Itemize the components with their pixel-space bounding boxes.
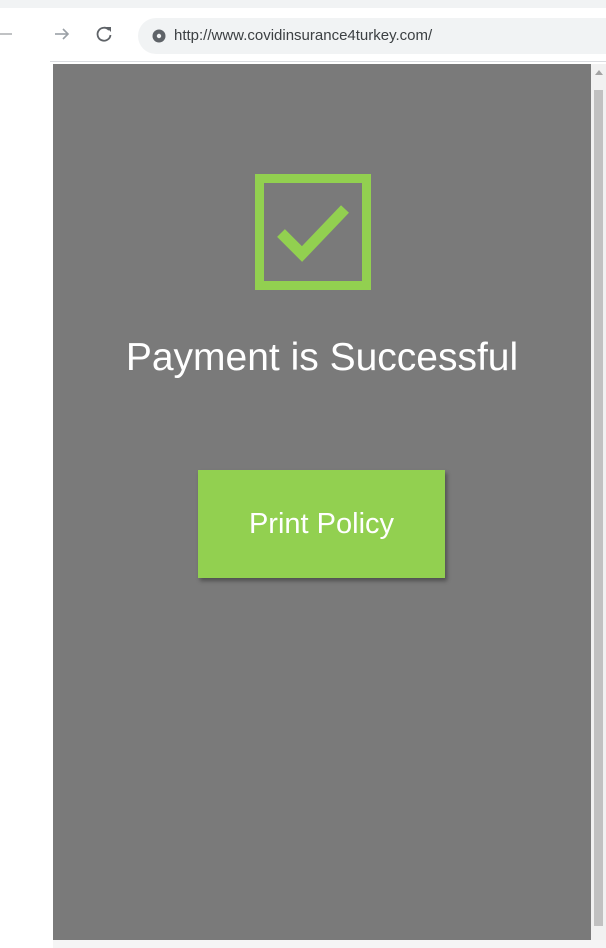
back-arrow-icon[interactable] <box>0 24 14 44</box>
scrollbar-thumb[interactable] <box>594 90 603 926</box>
scroll-up-arrow-icon[interactable] <box>595 70 603 75</box>
payment-status-heading: Payment is Successful <box>125 336 519 379</box>
checkbox-checked-icon <box>255 174 371 290</box>
site-info-icon[interactable] <box>152 29 166 43</box>
print-policy-button[interactable]: Print Policy <box>198 470 445 578</box>
url-text[interactable]: http://www.covidinsurance4turkey.com/ <box>174 26 432 46</box>
vertical-scrollbar[interactable] <box>591 64 606 940</box>
page-content: Payment is Successful Print Policy <box>53 64 591 940</box>
address-bar[interactable]: http://www.covidinsurance4turkey.com/ <box>138 18 606 54</box>
toolbar-divider <box>50 61 606 62</box>
tab-strip-edge <box>0 0 606 8</box>
forward-arrow-icon[interactable] <box>52 24 72 44</box>
bottom-edge <box>53 940 606 948</box>
browser-toolbar: http://www.covidinsurance4turkey.com/ <box>0 0 606 62</box>
reload-icon[interactable] <box>94 24 114 44</box>
